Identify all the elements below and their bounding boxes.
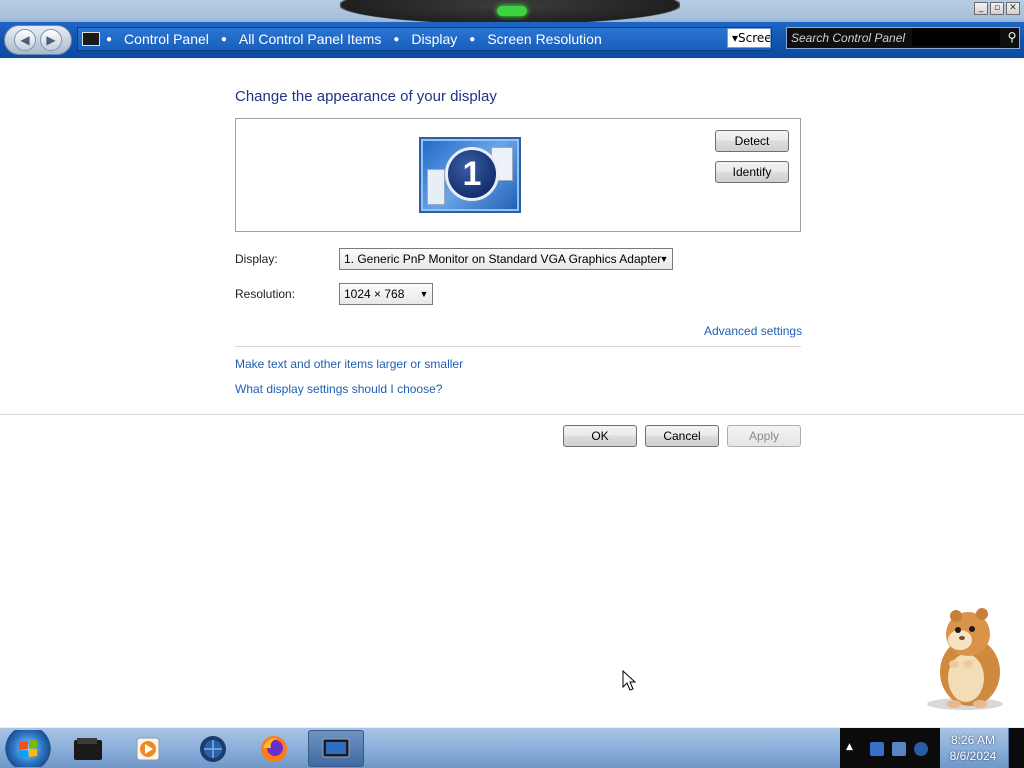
window-controls: _ ▫ ✕: [974, 2, 1020, 15]
toolbar-strip: [0, 58, 1024, 60]
volume-icon[interactable]: [914, 742, 928, 756]
address-dropdown[interactable]: ▾Scree: [727, 28, 771, 48]
breadcrumb-screen-resolution[interactable]: Screen Resolution: [487, 31, 601, 47]
detect-button[interactable]: Detect: [715, 130, 789, 152]
ok-button[interactable]: OK: [563, 425, 637, 447]
display-settings-icon: [322, 738, 350, 757]
system-clock[interactable]: 8:26 AM 8/6/2024: [940, 732, 1006, 764]
apply-button[interactable]: Apply: [727, 425, 801, 447]
media-player-icon: [136, 737, 160, 760]
breadcrumb-all-items[interactable]: All Control Panel Items: [239, 31, 381, 47]
taskbar-app-display-settings[interactable]: [308, 730, 364, 767]
system-tray: ▲: [840, 728, 940, 768]
taskbar-app-firefox[interactable]: [246, 730, 302, 767]
window-titlebar: _ ▫ ✕ ◀ ▶ ● Control Panel ● All Control …: [0, 0, 1024, 60]
taskbar-app-media[interactable]: [120, 730, 176, 767]
taskbar-app-files[interactable]: [60, 730, 116, 767]
help-link[interactable]: What display settings should I choose?: [235, 382, 442, 396]
text-size-link[interactable]: Make text and other items larger or smal…: [235, 357, 463, 371]
search-icon[interactable]: ⚲: [1004, 29, 1020, 45]
network-globe-icon: [200, 735, 226, 762]
monitor-number: 1: [445, 147, 499, 201]
firefox-icon: [261, 735, 287, 762]
files-icon: [74, 737, 102, 760]
network-icon[interactable]: [892, 742, 906, 756]
chevron-down-icon: ▼: [419, 289, 429, 299]
chevron-down-icon: ▼: [659, 254, 669, 264]
resolution-select[interactable]: 1024 × 768 ▼: [339, 283, 433, 305]
titlebar-led: [497, 6, 527, 16]
breadcrumb-control-panel[interactable]: Control Panel: [124, 31, 209, 47]
monitor-1-icon[interactable]: 1: [419, 137, 521, 213]
back-icon[interactable]: ◀: [14, 29, 36, 51]
show-desktop-button[interactable]: [1008, 728, 1024, 768]
clock-date: 8/6/2024: [949, 749, 997, 763]
flag-icon[interactable]: [870, 742, 884, 756]
tray-expand-icon[interactable]: ▲: [846, 742, 853, 752]
resolution-label: Resolution:: [235, 287, 296, 301]
page-title: Change the appearance of your display: [235, 88, 497, 105]
advanced-settings-link[interactable]: Advanced settings: [704, 324, 802, 338]
identify-button[interactable]: Identify: [715, 161, 789, 183]
control-panel-icon: [82, 32, 100, 46]
taskbar-app-network[interactable]: [185, 730, 241, 767]
display-select[interactable]: 1. Generic PnP Monitor on Standard VGA G…: [339, 248, 673, 270]
breadcrumb-display[interactable]: Display: [411, 31, 457, 47]
start-button[interactable]: [2, 730, 54, 767]
redacted-area: [912, 28, 1000, 46]
close-button[interactable]: ✕: [1006, 2, 1020, 15]
hamster-pet-icon[interactable]: [920, 604, 1010, 712]
cancel-button[interactable]: Cancel: [645, 425, 719, 447]
forward-icon[interactable]: ▶: [40, 29, 62, 51]
divider: [235, 346, 801, 347]
display-label: Display:: [235, 252, 278, 266]
taskbar: ▲ 8:26 AM 8/6/2024: [0, 727, 1024, 768]
breadcrumb[interactable]: ● Control Panel ● All Control Panel Item…: [77, 27, 772, 51]
clock-time: 8:26 AM: [950, 733, 996, 747]
footer-divider: [0, 414, 1024, 415]
nav-buttons: ◀ ▶: [4, 25, 72, 55]
minimize-button[interactable]: _: [974, 2, 988, 15]
mouse-cursor-icon: [622, 670, 636, 691]
maximize-button[interactable]: ▫: [990, 2, 1004, 15]
windows-logo-icon: [19, 740, 37, 758]
